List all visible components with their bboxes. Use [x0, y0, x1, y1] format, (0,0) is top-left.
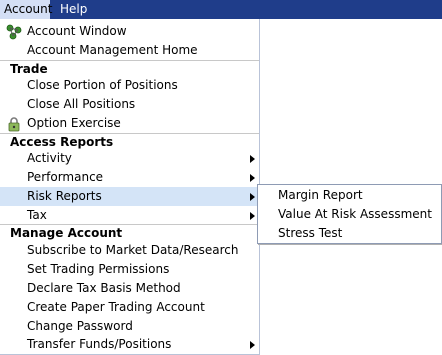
submenu-arrow-icon	[250, 174, 255, 182]
menu-item-account-window[interactable]: Account Window	[0, 22, 259, 41]
menu-account[interactable]: Account	[0, 0, 53, 19]
menu-bar: Account Help	[0, 0, 442, 19]
menu-item-performance[interactable]: Performance	[0, 168, 259, 187]
menu-account-label: Account	[4, 2, 53, 16]
menu-item-label: Set Trading Permissions	[27, 262, 170, 276]
menu-item-label: Create Paper Trading Account	[27, 300, 205, 314]
menu-item-set-trading-permissions[interactable]: Set Trading Permissions	[0, 260, 259, 279]
menu-item-label: Option Exercise	[27, 116, 121, 130]
menu-help-label: Help	[60, 2, 88, 16]
menu-item-label: Transfer Funds/Positions	[27, 337, 172, 351]
menu-item-label: Account Window	[27, 24, 127, 38]
menu-item-label: Declare Tax Basis Method	[27, 281, 181, 295]
menu-item-label: Subscribe to Market Data/Research	[27, 243, 239, 257]
menu-item-label: Activity	[27, 151, 72, 165]
submenu-item-value-at-risk[interactable]: Value At Risk Assessment	[258, 205, 441, 224]
submenu-arrow-icon	[250, 155, 255, 163]
menu-item-change-password[interactable]: Change Password	[0, 317, 259, 336]
submenu-arrow-icon	[250, 193, 255, 201]
menu-item-label: Tax	[27, 208, 47, 222]
menu-item-label: Performance	[27, 170, 104, 184]
menu-item-risk-reports[interactable]: Risk Reports	[0, 187, 259, 206]
submenu-item-label: Value At Risk Assessment	[278, 207, 432, 221]
menu-item-option-exercise[interactable]: Option Exercise	[0, 114, 259, 133]
menu-item-create-paper-trading[interactable]: Create Paper Trading Account	[0, 298, 259, 317]
menu-item-account-management-home[interactable]: Account Management Home	[0, 41, 259, 60]
menu-item-subscribe-market-data[interactable]: Subscribe to Market Data/Research	[0, 241, 259, 260]
menu-item-transfer-funds[interactable]: Transfer Funds/Positions	[0, 335, 259, 354]
menu-item-activity[interactable]: Activity	[0, 149, 259, 168]
submenu-arrow-icon	[250, 341, 255, 349]
account-dropdown-menu: Account Window Account Management Home T…	[0, 19, 260, 355]
section-manage-account: Manage Account	[0, 224, 259, 242]
menu-item-label: Risk Reports	[27, 189, 102, 203]
menu-item-label: Change Password	[27, 319, 133, 333]
menu-item-label: Close Portion of Positions	[27, 78, 178, 92]
section-title: Manage Account	[10, 226, 123, 240]
menu-item-label: Account Management Home	[27, 43, 198, 57]
menu-item-label: Close All Positions	[27, 97, 136, 111]
menu-item-declare-tax-basis[interactable]: Declare Tax Basis Method	[0, 279, 259, 298]
submenu-item-margin-report[interactable]: Margin Report	[258, 186, 441, 205]
network-nodes-icon	[6, 24, 22, 40]
menu-help[interactable]: Help	[56, 0, 91, 19]
menu-item-tax[interactable]: Tax	[0, 206, 259, 225]
submenu-item-label: Margin Report	[278, 188, 363, 202]
submenu-item-label: Stress Test	[278, 226, 343, 240]
menu-item-close-all[interactable]: Close All Positions	[0, 95, 259, 114]
submenu-arrow-icon	[250, 212, 255, 220]
risk-reports-submenu: Margin Report Value At Risk Assessment S…	[257, 184, 442, 244]
padlock-icon	[8, 117, 20, 132]
submenu-item-stress-test[interactable]: Stress Test	[258, 224, 441, 243]
menu-item-close-portion[interactable]: Close Portion of Positions	[0, 76, 259, 95]
